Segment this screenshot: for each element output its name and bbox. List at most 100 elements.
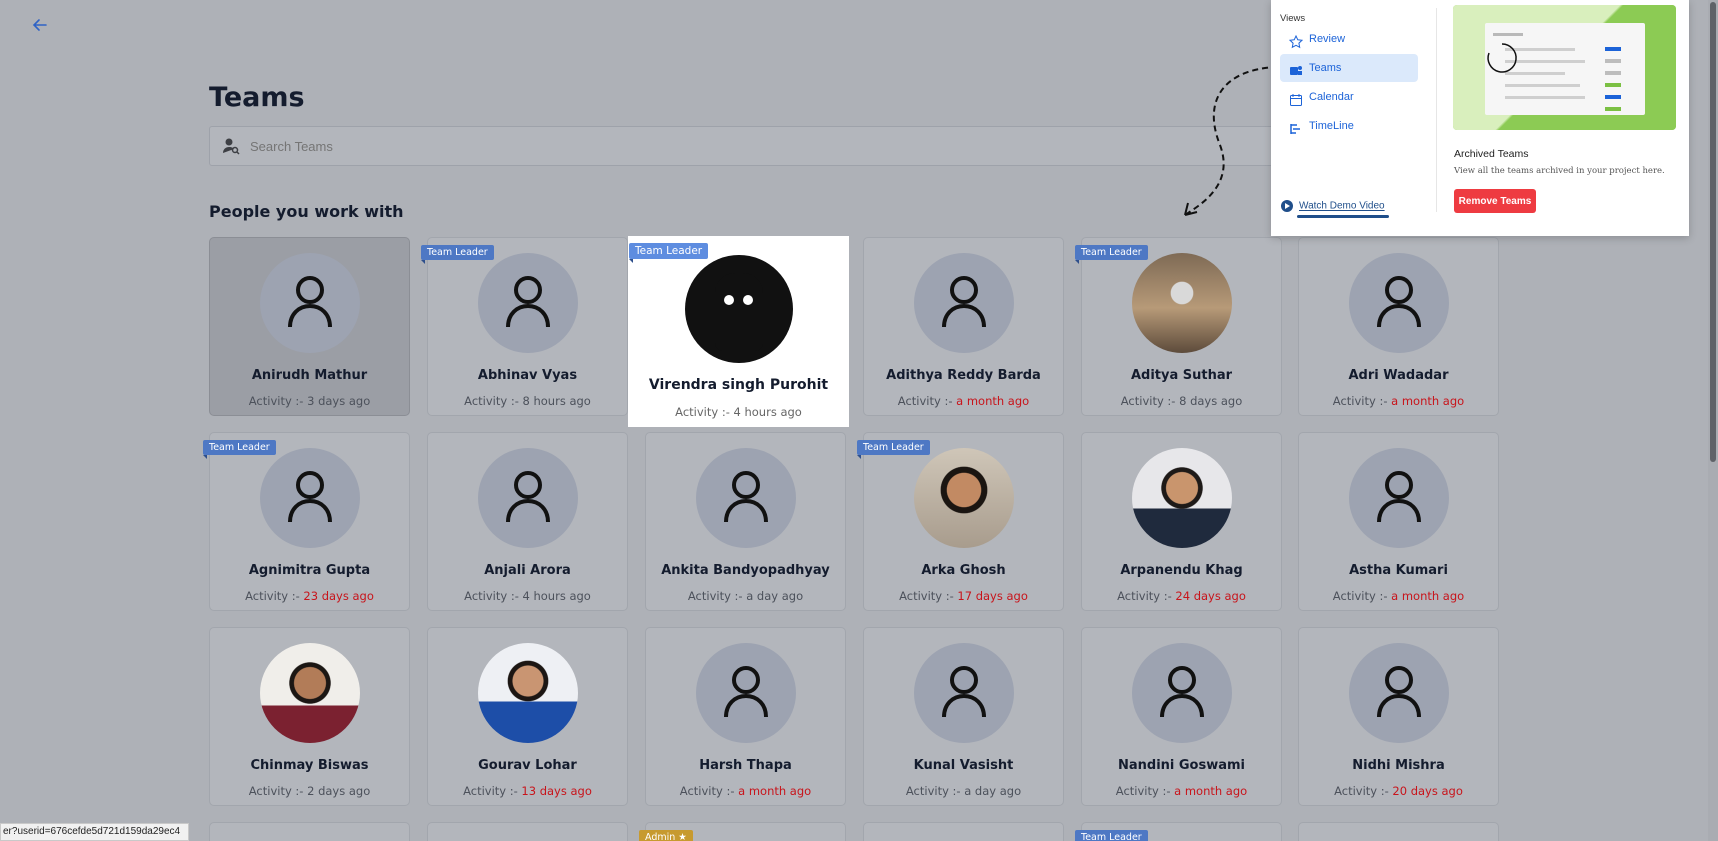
- member-card[interactable]: Kunal Vasisht Activity :- a day ago: [863, 627, 1064, 806]
- member-card[interactable]: Nidhi Mishra Activity :- 20 days ago: [1298, 627, 1499, 806]
- member-card[interactable]: Ankita Bandyopadhyay Activity :- a day ag…: [645, 432, 846, 611]
- activity-label: Activity :-: [679, 784, 735, 798]
- activity-label: Activity :-: [245, 589, 300, 603]
- popover-divider: [1436, 8, 1437, 212]
- activity-label: Activity :-: [687, 589, 743, 603]
- star-icon: [1288, 32, 1304, 49]
- person-icon: [477, 253, 578, 353]
- scrollbar[interactable]: [1708, 0, 1718, 841]
- member-card[interactable]: Team Leader: [1075, 822, 1282, 841]
- activity-label: Activity :-: [1334, 784, 1389, 798]
- member-card[interactable]: Gourav Lohar Activity :- 13 days ago: [427, 627, 628, 806]
- avatar: [684, 255, 793, 363]
- member-card[interactable]: Team Leader Agnimitra Gupta Activity :- 23…: [203, 432, 410, 611]
- activity-value: 13 days ago: [521, 784, 592, 798]
- person-icon: [913, 253, 1014, 353]
- person-icon: [695, 643, 796, 743]
- view-timeline[interactable]: TimeLine: [1280, 112, 1418, 140]
- member-name: Harsh Thapa: [699, 758, 792, 773]
- activity-value: a day ago: [746, 589, 804, 603]
- activity-value: a day ago: [964, 784, 1022, 798]
- scroll-thumb[interactable]: [1710, 2, 1716, 462]
- member-card[interactable]: Adri Wadadar Activity :- a month ago: [1298, 237, 1499, 416]
- team-leader-tag: Team Leader: [1075, 830, 1148, 841]
- watch-demo-link[interactable]: Watch Demo Video: [1281, 200, 1385, 212]
- member-name: Adri Wadadar: [1348, 368, 1449, 383]
- member-card[interactable]: Harsh Thapa Activity :- a month ago: [645, 627, 846, 806]
- person-icon: [1348, 448, 1449, 548]
- member-card[interactable]: Team Leader Abhinav Vyas Activity :- 8 hou…: [421, 237, 628, 416]
- view-teams[interactable]: Teams: [1280, 54, 1418, 82]
- member-name: Anirudh Mathur: [251, 368, 368, 383]
- member-name: Kunal Vasisht: [913, 758, 1014, 773]
- views-popover: Views Review Teams Calendar TimeLine Wat…: [1271, 0, 1689, 236]
- member-card[interactable]: [209, 822, 410, 841]
- member-card[interactable]: Team Leader Arka Ghosh Activity :- 17 days…: [857, 432, 1064, 611]
- activity-label: Activity :-: [1117, 589, 1172, 603]
- member-activity: Activity :- 8 days ago: [1082, 394, 1281, 408]
- member-name: Gourav Lohar: [478, 758, 577, 773]
- person-icon: [1348, 253, 1449, 353]
- member-card[interactable]: [863, 822, 1064, 841]
- team-leader-tag: Team Leader: [421, 245, 494, 264]
- member-card[interactable]: Chinmay Biswas Activity :- 2 days ago: [209, 627, 410, 806]
- activity-label: Activity :-: [1120, 394, 1176, 408]
- member-card[interactable]: Anirudh Mathur Activity :- 3 days ago: [209, 237, 410, 416]
- member-card[interactable]: Adithya Reddy Barda Activity :- a month a…: [863, 237, 1064, 416]
- remove-teams-button[interactable]: Remove Teams: [1454, 189, 1536, 213]
- avatar: [913, 448, 1014, 548]
- activity-value: 17 days ago: [957, 589, 1028, 603]
- member-activity: Activity :- a month ago: [1299, 394, 1498, 408]
- member-activity: Activity :- 4 hours ago: [428, 589, 627, 603]
- member-card[interactable]: Nandini Goswami Activity :- a month ago: [1081, 627, 1282, 806]
- teams-icon: [1289, 61, 1303, 75]
- member-card[interactable]: Astha Kumari Activity :- a month ago: [1298, 432, 1499, 611]
- archived-teams-title: Archived Teams: [1454, 148, 1529, 160]
- view-review[interactable]: Review: [1280, 25, 1418, 53]
- member-name: Ankita Bandyopadhyay: [661, 563, 830, 578]
- timeline-icon: [1289, 119, 1303, 134]
- member-card[interactable]: Anjali Arora Activity :- 4 hours ago: [427, 432, 628, 611]
- activity-value: 23 days ago: [303, 589, 374, 603]
- activity-value: 8 days ago: [1179, 394, 1243, 408]
- activity-label: Activity :-: [897, 394, 953, 408]
- member-card[interactable]: Team Leader Aditya Suthar Activity :- 8 da…: [1075, 237, 1282, 416]
- team-leader-tag: Team Leader: [629, 243, 709, 263]
- back-arrow-icon[interactable]: [30, 15, 50, 35]
- member-activity: Activity :- 20 days ago: [1299, 784, 1498, 798]
- person-icon: [259, 448, 360, 548]
- activity-label: Activity :-: [675, 405, 730, 419]
- member-activity: Activity :- a day ago: [864, 784, 1063, 798]
- view-calendar[interactable]: Calendar: [1280, 83, 1418, 111]
- activity-value: 20 days ago: [1392, 784, 1463, 798]
- member-card[interactable]: [427, 822, 628, 841]
- activity-value: 2 days ago: [307, 784, 371, 798]
- member-name: Arka Ghosh: [921, 563, 1006, 578]
- watch-demo-underline: [1297, 215, 1389, 218]
- activity-value: a month ago: [738, 784, 812, 798]
- section-title: People you work with: [209, 202, 404, 221]
- member-name: Chinmay Biswas: [250, 758, 369, 773]
- member-card[interactable]: Admin ★: [639, 822, 846, 841]
- person-icon: [695, 448, 796, 548]
- play-icon: [1281, 200, 1293, 212]
- member-card[interactable]: Arpanendu Khag Activity :- 24 days ago: [1081, 432, 1282, 611]
- activity-label: Activity :-: [1115, 784, 1171, 798]
- member-name: Nandini Goswami: [1117, 758, 1246, 773]
- member-name: Abhinav Vyas: [477, 368, 578, 383]
- member-card[interactable]: [1298, 822, 1499, 841]
- member-card[interactable]: Team Leader Virendra singh Purohit Activit…: [628, 236, 849, 427]
- person-icon: [1348, 643, 1449, 743]
- views-label: Views: [1280, 13, 1306, 24]
- view-label: Teams: [1309, 62, 1342, 74]
- activity-label: Activity :-: [464, 394, 519, 408]
- member-activity: Activity :- 24 days ago: [1082, 589, 1281, 603]
- activity-label: Activity :-: [899, 589, 954, 603]
- watch-demo-label: Watch Demo Video: [1299, 200, 1385, 212]
- archived-teams-desc: View all the teams archived in your proj…: [1454, 166, 1665, 176]
- avatar: [477, 643, 578, 743]
- activity-value: a month ago: [1391, 394, 1465, 408]
- member-activity: Activity :- a month ago: [1299, 589, 1498, 603]
- member-activity: Activity :- 8 hours ago: [428, 394, 627, 408]
- member-name: Nidhi Mishra: [1352, 758, 1445, 773]
